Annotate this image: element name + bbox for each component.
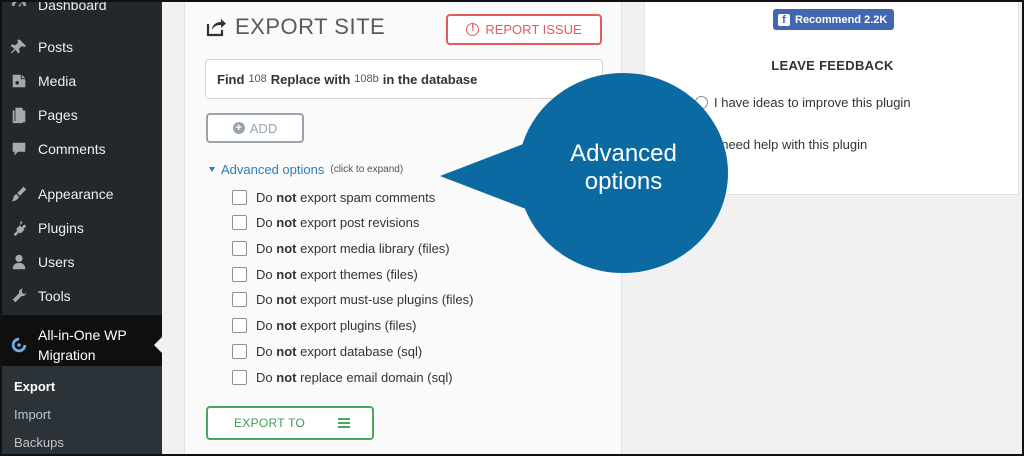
sidebar-submenu: Export Import Backups bbox=[0, 366, 162, 456]
option-spam-comments[interactable]: Do not export spam comments bbox=[232, 190, 435, 205]
checkbox[interactable] bbox=[232, 292, 247, 307]
checkbox[interactable] bbox=[232, 215, 247, 230]
option-label: Do not export database (sql) bbox=[256, 344, 423, 359]
plus-icon: + bbox=[232, 122, 245, 134]
callout-line-2: options bbox=[584, 168, 663, 195]
active-menu-arrow bbox=[154, 337, 162, 353]
option-label: Do not export plugins (files) bbox=[256, 318, 417, 333]
media-icon bbox=[9, 71, 29, 91]
facebook-icon: f bbox=[778, 13, 790, 26]
sidebar-item-users[interactable]: Users bbox=[0, 245, 162, 279]
option-plugins[interactable]: Do not export plugins (files) bbox=[232, 318, 416, 333]
option-themes[interactable]: Do not export themes (files) bbox=[232, 267, 418, 282]
find-label: Find bbox=[217, 71, 245, 87]
report-issue-label: REPORT ISSUE bbox=[485, 22, 582, 37]
migration-icon bbox=[9, 335, 29, 355]
export-icon bbox=[206, 19, 226, 37]
add-button[interactable]: + ADD bbox=[206, 113, 304, 143]
plug-icon bbox=[9, 218, 29, 238]
sidebar-item-plugins[interactable]: Plugins bbox=[0, 211, 162, 245]
sidebar-item-label: Users bbox=[38, 254, 75, 270]
option-label: Do not export post revisions bbox=[256, 215, 420, 230]
report-issue-button[interactable]: ! REPORT ISSUE bbox=[446, 14, 602, 45]
option-label: Do not replace email domain (sql) bbox=[256, 370, 453, 385]
replace-value: 108b bbox=[354, 73, 379, 85]
advanced-options-hint: (click to expand) bbox=[330, 164, 404, 175]
sidebar-item-label: All-in-One WP Migration bbox=[38, 327, 127, 363]
option-label: Do not export themes (files) bbox=[256, 267, 418, 282]
brush-icon bbox=[9, 184, 29, 204]
sidebar-item-dashboard[interactable]: Dashboard bbox=[0, 0, 162, 22]
dashboard-icon bbox=[9, 0, 29, 15]
checkbox[interactable] bbox=[232, 344, 247, 359]
wrench-icon bbox=[9, 286, 29, 306]
feedback-title: LEAVE FEEDBACK bbox=[771, 58, 894, 73]
advanced-options-label: Advanced options bbox=[221, 162, 325, 177]
option-email-domain[interactable]: Do not replace email domain (sql) bbox=[232, 370, 453, 385]
menu-icon bbox=[338, 418, 350, 428]
callout-text: Advanced options bbox=[536, 140, 711, 196]
triangle-down-icon bbox=[209, 167, 215, 172]
find-replace-row[interactable]: Find 108 Replace with 108b in the databa… bbox=[205, 59, 603, 99]
feedback-option-label: I need help with this plugin bbox=[714, 137, 868, 152]
option-label: Do not export media library (files) bbox=[256, 241, 450, 256]
callout-line-1: Advanced bbox=[570, 140, 677, 167]
comment-icon bbox=[9, 139, 29, 159]
export-title-row: EXPORT SITE bbox=[205, 14, 385, 40]
checkbox[interactable] bbox=[232, 318, 247, 333]
feedback-option-ideas[interactable]: I have ideas to improve this plugin bbox=[695, 95, 911, 110]
sidebar-item-label: Appearance bbox=[38, 186, 114, 202]
sidebar-item-label: Tools bbox=[38, 288, 71, 304]
pages-icon bbox=[9, 105, 29, 125]
checkbox[interactable] bbox=[232, 370, 247, 385]
page-title: EXPORT SITE bbox=[235, 14, 386, 39]
feedback-option-label: I have ideas to improve this plugin bbox=[714, 95, 911, 110]
sidebar-item-label: Dashboard bbox=[38, 0, 107, 13]
sidebar-item-appearance[interactable]: Appearance bbox=[0, 177, 162, 211]
submenu-item-backups[interactable]: Backups bbox=[14, 435, 64, 450]
export-to-label: EXPORT TO bbox=[234, 416, 306, 430]
replace-label: Replace with bbox=[270, 71, 351, 87]
sidebar-item-label: Posts bbox=[38, 39, 74, 55]
advanced-options-toggle[interactable]: Advanced options (click to expand) bbox=[209, 162, 403, 177]
option-post-revisions[interactable]: Do not export post revisions bbox=[232, 215, 419, 230]
sidebar-item-label: Plugins bbox=[38, 220, 84, 236]
sidebar-item-comments[interactable]: Comments bbox=[0, 132, 162, 166]
user-icon bbox=[9, 252, 29, 272]
sidebar-item-tools[interactable]: Tools bbox=[0, 279, 162, 313]
checkbox[interactable] bbox=[232, 190, 247, 205]
find-replace-suffix: in the database bbox=[382, 71, 478, 87]
admin-sidebar: Dashboard Posts Media Pages Comments App… bbox=[0, 0, 162, 456]
facebook-recommend-button[interactable]: f Recommend 2.2K bbox=[773, 9, 894, 30]
checkbox[interactable] bbox=[232, 241, 247, 256]
submenu-item-import[interactable]: Import bbox=[14, 407, 51, 422]
recommend-label: Recommend 2.2K bbox=[795, 13, 888, 26]
option-label: Do not export spam comments bbox=[256, 190, 436, 205]
sidebar-item-label: Pages bbox=[38, 107, 78, 123]
option-database[interactable]: Do not export database (sql) bbox=[232, 344, 422, 359]
callout-pointer bbox=[440, 143, 526, 209]
find-value: 108 bbox=[248, 73, 267, 85]
sidebar-item-label: Media bbox=[38, 73, 77, 89]
checkbox[interactable] bbox=[232, 267, 247, 282]
sidebar-item-posts[interactable]: Posts bbox=[0, 30, 162, 64]
export-to-button[interactable]: EXPORT TO bbox=[206, 406, 374, 440]
sidebar-item-pages[interactable]: Pages bbox=[0, 98, 162, 132]
sidebar-item-label: Comments bbox=[38, 141, 106, 157]
option-must-use-plugins[interactable]: Do not export must-use plugins (files) bbox=[232, 292, 474, 307]
option-media-library[interactable]: Do not export media library (files) bbox=[232, 241, 450, 256]
option-label: Do not export must-use plugins (files) bbox=[256, 292, 474, 307]
add-label: ADD bbox=[249, 120, 278, 136]
alert-icon: ! bbox=[466, 23, 480, 36]
pin-icon bbox=[9, 37, 29, 57]
sidebar-item-media[interactable]: Media bbox=[0, 64, 162, 98]
submenu-item-export[interactable]: Export bbox=[14, 379, 55, 394]
